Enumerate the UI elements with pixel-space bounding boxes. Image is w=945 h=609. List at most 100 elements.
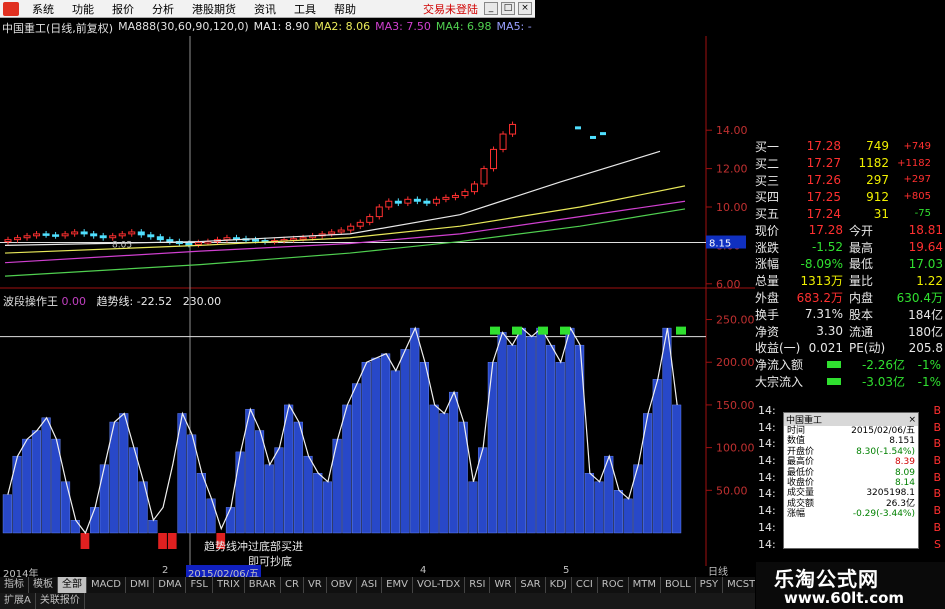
candle-body: [432, 198, 440, 204]
quote-key: 外盘: [755, 291, 780, 306]
menu-news[interactable]: 资讯: [245, 1, 285, 17]
indicator-bar: [90, 507, 100, 534]
indicator-tab-fsl[interactable]: FSL: [186, 577, 213, 593]
price-tick-label: 10.00: [716, 201, 748, 214]
indicator-tab-模板[interactable]: 模板: [29, 577, 58, 593]
indicator-tab-rsi[interactable]: RSI: [465, 577, 491, 593]
indicator-tab-asi[interactable]: ASI: [357, 577, 383, 593]
signal-marker: [512, 326, 522, 335]
candle-body: [328, 231, 336, 235]
indicator-tab-kdj[interactable]: KDJ: [546, 577, 572, 593]
popup-key: 成交量: [787, 488, 815, 499]
indicator-tab-mtm[interactable]: MTM: [629, 577, 661, 593]
menu-quote[interactable]: 报价: [103, 1, 143, 17]
tick-time: 14:: [758, 470, 776, 484]
popup-row: 成交额 26.3亿: [784, 499, 918, 509]
indicator-tab-psy[interactable]: PSY: [696, 577, 724, 593]
menu-hk-futures[interactable]: 港股期货: [183, 1, 245, 17]
maximize-button[interactable]: □: [501, 2, 515, 15]
signal-marker: [560, 326, 570, 335]
indicator-tab-trix[interactable]: TRIX: [213, 577, 245, 593]
order-book-change: +297: [903, 174, 931, 186]
menu-analysis[interactable]: 分析: [143, 1, 183, 17]
minimize-button[interactable]: _: [484, 2, 498, 15]
indicator-bar: [419, 362, 430, 534]
popup-row: 时间 2015/02/06/五: [784, 426, 918, 436]
indicator-tab-roc[interactable]: ROC: [598, 577, 629, 593]
order-book-label: 买五: [755, 207, 780, 222]
candle-body: [118, 233, 126, 237]
popup-close-button[interactable]: ×: [908, 415, 916, 425]
order-book-price: 17.28: [806, 139, 841, 154]
menu-function[interactable]: 功能: [63, 1, 103, 17]
indicator-tab-mcst[interactable]: MCST: [723, 577, 755, 593]
indicator-tab-cci[interactable]: CCI: [572, 577, 598, 593]
order-book-change: +805: [903, 191, 931, 203]
indicator-tab-brar[interactable]: BRAR: [245, 577, 281, 593]
quote-value: 7.31%: [804, 307, 843, 322]
menu-help[interactable]: 帮助: [325, 1, 365, 17]
trade-login-status[interactable]: 交易未登陆: [423, 1, 478, 17]
indicator-tab-vol-tdx[interactable]: VOL-TDX: [413, 577, 466, 593]
indicator-bar: [22, 438, 32, 534]
indicator-bar: [352, 383, 362, 534]
quote-row: 涨跌 -1.52 最高 19.64: [755, 239, 945, 256]
indicator-tab-sar[interactable]: SAR: [516, 577, 546, 593]
indicator-tab-emv[interactable]: EMV: [382, 577, 413, 593]
popup-row: 最低价 8.09: [784, 468, 918, 478]
quote-value: 3.30: [816, 324, 843, 339]
indicator-tab-dma[interactable]: DMA: [154, 577, 187, 593]
price-tick-label: 12.00: [716, 163, 748, 176]
indicator-tab-obv[interactable]: OBV: [327, 577, 357, 593]
candle-body: [99, 235, 107, 239]
close-button[interactable]: ×: [518, 2, 532, 15]
quote-value: 205.8: [908, 340, 943, 355]
x-label-4: 4: [420, 565, 427, 576]
candle-body: [109, 235, 117, 239]
indicator-bar-negative: [158, 533, 167, 549]
stock-title: 中国重工(日线,前复权): [2, 22, 114, 35]
order-book-price: 17.26: [806, 172, 841, 187]
popup-key: 成交额: [787, 498, 815, 509]
ma-spec: MA888(30,60,90,120,0): [118, 20, 249, 33]
indicator-tab-vr[interactable]: VR: [304, 577, 327, 593]
related-quote-tab[interactable]: 关联报价: [36, 593, 85, 609]
indicator-tab-boll[interactable]: BOLL: [661, 577, 696, 593]
candle-body: [600, 132, 606, 136]
candle-body: [337, 229, 345, 233]
order-book-label: 买一: [755, 139, 780, 154]
menu-tools[interactable]: 工具: [285, 1, 325, 17]
menu-system[interactable]: 系统: [23, 1, 63, 17]
popup-value: 8.09: [894, 467, 915, 478]
current-price-label: 8.15: [709, 239, 731, 250]
indicator-bar: [41, 417, 51, 534]
order-book-row: 买一 17.28 749 +749: [755, 138, 945, 155]
candle-body: [14, 237, 22, 241]
tick-side: B: [933, 504, 941, 518]
indicator-tab-cr[interactable]: CR: [281, 577, 304, 593]
extend-a-tab[interactable]: 扩展A: [0, 593, 36, 609]
indicator-bar: [555, 362, 565, 534]
candle-body: [366, 216, 374, 223]
quote-value: 180亿: [908, 324, 943, 339]
quote-row: 涨幅 -8.09% 最低 17.03: [755, 256, 945, 273]
indicator-tab-wr[interactable]: WR: [490, 577, 517, 593]
candle-body: [499, 133, 507, 150]
indicator-tab-dmi[interactable]: DMI: [126, 577, 155, 593]
candle-body: [509, 123, 517, 135]
watermark: 乐淘公式网 www.60lt.com: [756, 562, 945, 609]
indicator-tab-全部[interactable]: 全部: [58, 577, 87, 593]
tick-side: B: [933, 520, 941, 534]
indicator-bar: [31, 430, 41, 534]
candle-body: [252, 239, 260, 242]
indicator-tab-macd[interactable]: MACD: [87, 577, 126, 593]
tick-side: B: [933, 487, 941, 501]
quote-row: 收益(一) 0.021 PE(动) 205.8: [755, 340, 945, 357]
quote-key: 涨跌: [755, 240, 780, 255]
order-book-volume: 297: [866, 172, 889, 187]
flow-label: 大宗流入: [755, 375, 804, 390]
period-label[interactable]: 日线: [708, 563, 728, 578]
quote-key: 总量: [755, 274, 780, 289]
indicator-tab-指标[interactable]: 指标: [0, 577, 29, 593]
popup-key: 数值: [787, 436, 806, 447]
